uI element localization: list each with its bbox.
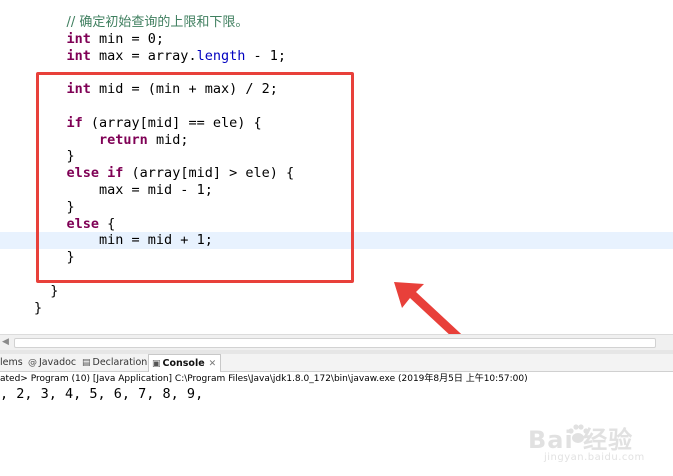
red-arrow-icon xyxy=(394,282,462,334)
code-line[interactable]: int min = 0; xyxy=(0,31,673,48)
code-line[interactable]: int max = array.length - 1; xyxy=(0,48,673,65)
javadoc-icon: @ xyxy=(28,358,37,368)
tab-declaration[interactable]: ▤ Declaration xyxy=(82,354,147,372)
code-keyword: int xyxy=(66,30,91,47)
tab-console-label: Console xyxy=(162,358,205,369)
highlight-box xyxy=(36,72,354,283)
tab-problems[interactable]: lems xyxy=(0,354,23,372)
horizontal-scrollbar[interactable]: ◀ xyxy=(0,334,673,350)
code-line[interactable]: } xyxy=(0,300,673,317)
close-icon[interactable]: ✕ xyxy=(209,359,217,369)
code-text: } xyxy=(50,282,59,299)
declaration-icon: ▤ xyxy=(82,358,91,368)
code-text: min = 0; xyxy=(90,30,165,47)
code-editor[interactable]: // 确定初始查询的上限和下限。 int min = 0; int max = … xyxy=(0,0,673,334)
tab-javadoc[interactable]: @ Javadoc xyxy=(28,354,76,372)
code-field: length xyxy=(196,47,246,64)
code-text: } xyxy=(34,299,43,316)
code-text: max = array. xyxy=(90,47,197,64)
baidu-watermark: Bai 经验 jingyan.baidu.com xyxy=(508,418,668,470)
console-output: , 2, 3, 4, 5, 6, 7, 8, 9, xyxy=(0,386,204,402)
code-line[interactable]: // 确定初始查询的上限和下限。 xyxy=(0,14,673,31)
console-launch-info: ated> Program (10) [Java Application] C:… xyxy=(0,374,528,384)
scrollbar-thumb[interactable] xyxy=(14,338,656,348)
baidu-paw-icon xyxy=(568,424,589,443)
code-text: - 1; xyxy=(245,47,286,64)
tab-console[interactable]: ▣ Console ✕ xyxy=(148,354,222,372)
code-comment: // 确定初始查询的上限和下限。 xyxy=(66,15,249,30)
tab-problems-label: lems xyxy=(0,357,23,368)
code-line[interactable]: } xyxy=(0,283,673,300)
tab-javadoc-label: Javadoc xyxy=(39,357,77,368)
code-keyword: int xyxy=(66,47,91,64)
tab-declaration-label: Declaration xyxy=(92,357,148,368)
scroll-left-icon[interactable]: ◀ xyxy=(2,337,9,347)
bottom-panel-tabs: lems @ Javadoc ▤ Declaration ▣ Console ✕ xyxy=(0,354,673,372)
watermark-url: jingyan.baidu.com xyxy=(544,452,645,463)
console-icon: ▣ xyxy=(152,359,161,369)
